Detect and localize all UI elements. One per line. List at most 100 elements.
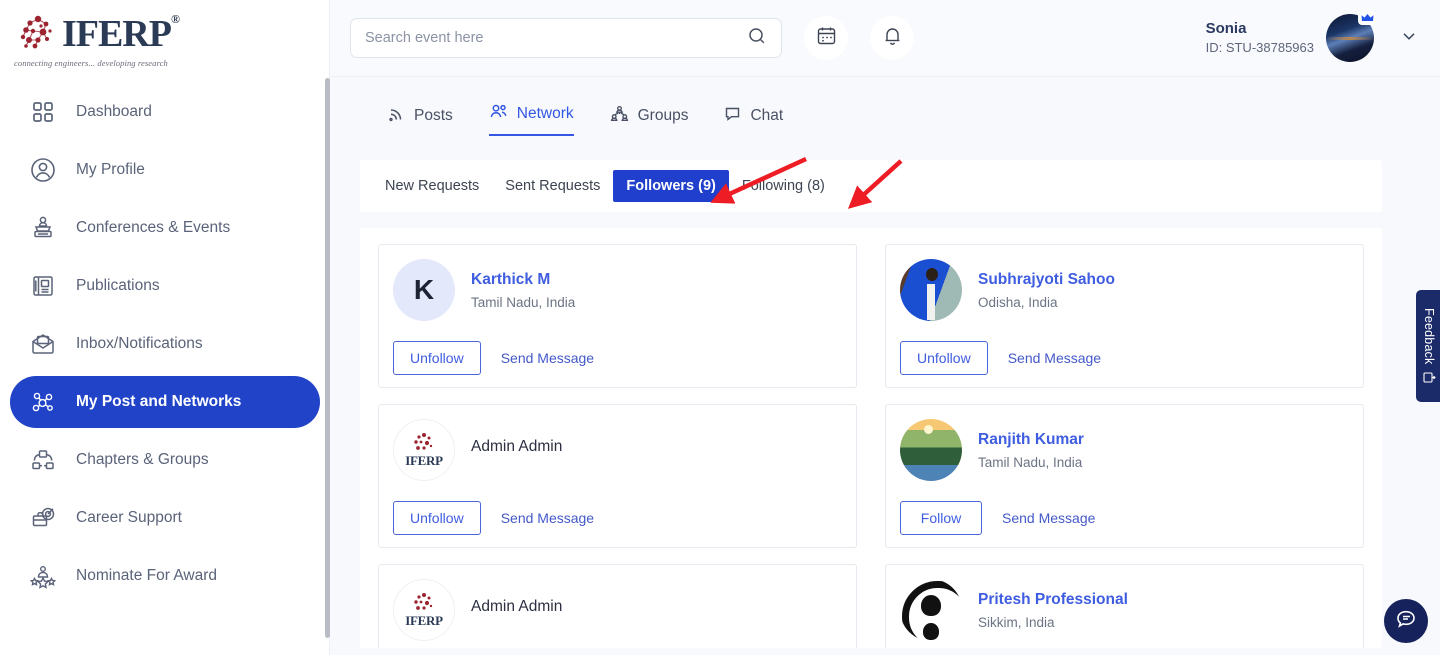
person-identity: Subhrajyoti Sahoo Odisha, India: [978, 271, 1115, 310]
brand-logo[interactable]: IFERP® connecting engineers... developin…: [0, 0, 330, 68]
feedback-tab[interactable]: Feedback: [1416, 290, 1440, 402]
award-stars-icon: [28, 561, 58, 591]
sidebar-item-label: Nominate For Award: [76, 567, 217, 585]
person-name[interactable]: Karthick M: [471, 271, 575, 289]
person-avatar-photo[interactable]: [900, 419, 962, 481]
sidebar-item-label: Inbox/Notifications: [76, 335, 203, 353]
chapters-icon: [28, 445, 58, 475]
unfollow-button[interactable]: Unfollow: [393, 501, 481, 535]
registered-mark: ®: [171, 12, 179, 26]
tab-network[interactable]: Network: [489, 103, 574, 136]
unfollow-button[interactable]: Unfollow: [393, 341, 481, 375]
envelope-icon: [28, 329, 58, 359]
person-avatar-iferp-logo[interactable]: IFERP: [393, 579, 455, 641]
network-tabs: Posts Network: [360, 103, 1382, 136]
person-card: IFERP Admin Admin Unfollow Send Message: [378, 404, 857, 548]
send-message-button[interactable]: Send Message: [1002, 350, 1101, 366]
person-avatar-iferp-logo[interactable]: IFERP: [393, 419, 455, 481]
sidebar-item-label: Chapters & Groups: [76, 451, 209, 469]
feedback-form-icon: [1422, 371, 1436, 384]
chat-support-button[interactable]: [1384, 599, 1428, 643]
person-avatar-photo[interactable]: [900, 579, 962, 641]
tab-chat[interactable]: Chat: [724, 105, 783, 136]
avatar[interactable]: [1326, 14, 1374, 62]
user-name: Sonia: [1206, 19, 1314, 39]
user-menu[interactable]: Sonia ID: STU-38785963: [1206, 14, 1418, 62]
calendar-button[interactable]: [804, 16, 848, 60]
app-root: IFERP® connecting engineers... developin…: [0, 0, 1440, 655]
sidebar-item-my-post-and-networks[interactable]: My Post and Networks: [10, 376, 320, 428]
newspaper-icon: [28, 271, 58, 301]
person-avatar-initial[interactable]: K: [393, 259, 455, 321]
person-actions: Unfollow Send Message: [393, 341, 840, 375]
person-header: IFERP Admin Admin: [393, 419, 840, 481]
rss-icon: [388, 105, 405, 127]
person-name[interactable]: Ranjith Kumar: [978, 431, 1084, 449]
follow-button[interactable]: Follow: [900, 501, 982, 535]
notifications-button[interactable]: [870, 16, 914, 60]
tab-label: Chat: [750, 107, 783, 125]
sidebar-item-label: Career Support: [76, 509, 182, 527]
user-id: ID: STU-38785963: [1206, 39, 1314, 57]
sidebar-item-chapters-groups[interactable]: Chapters & Groups: [10, 434, 320, 486]
person-name[interactable]: Subhrajyoti Sahoo: [978, 271, 1115, 289]
subtab-new-requests[interactable]: New Requests: [372, 170, 492, 202]
chevron-down-icon[interactable]: [1400, 27, 1418, 50]
search-icon[interactable]: [747, 26, 767, 51]
person-avatar-photo[interactable]: [900, 259, 962, 321]
content-area: Posts Network: [330, 77, 1440, 655]
send-message-button[interactable]: Send Message: [495, 350, 594, 366]
network-icon: [28, 387, 58, 417]
unfollow-button[interactable]: Unfollow: [900, 341, 988, 375]
person-name: Admin Admin: [471, 438, 562, 456]
iferp-wordmark: IFERP: [405, 613, 443, 629]
subtab-following[interactable]: Following (8): [729, 170, 838, 202]
brand-tagline: connecting engineers... developing resea…: [14, 58, 330, 68]
sidebar: IFERP® connecting engineers... developin…: [0, 0, 330, 655]
person-card: Subhrajyoti Sahoo Odisha, India Unfollow…: [885, 244, 1364, 388]
sidebar-item-label: My Post and Networks: [76, 393, 241, 411]
person-name: Admin Admin: [471, 598, 562, 616]
person-actions: Follow Send Message: [900, 501, 1347, 535]
grid-icon: [28, 97, 58, 127]
person-location: Sikkim, India: [978, 615, 1128, 630]
chat-bubble-icon: [724, 105, 741, 127]
person-actions: Unfollow Send Message: [393, 501, 840, 535]
sidebar-item-nominate-for-award[interactable]: Nominate For Award: [10, 550, 320, 602]
sidebar-item-publications[interactable]: Publications: [10, 260, 320, 312]
iferp-molecule-icon: [14, 10, 60, 56]
tab-posts[interactable]: Posts: [388, 105, 453, 136]
topbar: Sonia ID: STU-38785963: [330, 0, 1440, 77]
person-location: Tamil Nadu, India: [978, 455, 1084, 470]
network-subtabs: New Requests Sent Requests Followers (9)…: [360, 160, 1382, 212]
person-card: IFERP Admin Admin Unfollow Send Message: [378, 564, 857, 648]
sidebar-item-conferences-events[interactable]: Conferences & Events: [10, 202, 320, 254]
brand-name: IFERP®: [62, 16, 179, 52]
tab-groups[interactable]: Groups: [610, 105, 689, 136]
sidebar-nav: Dashboard My Profile Confer: [0, 86, 330, 602]
avatar-initial: K: [414, 274, 434, 306]
iferp-wordmark: IFERP: [405, 453, 443, 469]
search-bar[interactable]: [350, 18, 782, 58]
iferp-molecule-icon: [411, 591, 437, 613]
send-message-button[interactable]: Send Message: [495, 510, 594, 526]
person-card: Ranjith Kumar Tamil Nadu, India Follow S…: [885, 404, 1364, 548]
sidebar-item-career-support[interactable]: Career Support: [10, 492, 320, 544]
person-name[interactable]: Pritesh Professional: [978, 591, 1128, 609]
send-message-button[interactable]: Send Message: [996, 510, 1095, 526]
sidebar-item-my-profile[interactable]: My Profile: [10, 144, 320, 196]
subtab-sent-requests[interactable]: Sent Requests: [492, 170, 613, 202]
person-header: Subhrajyoti Sahoo Odisha, India: [900, 259, 1347, 321]
person-header: Ranjith Kumar Tamil Nadu, India: [900, 419, 1347, 481]
person-card: K Karthick M Tamil Nadu, India Unfollow …: [378, 244, 857, 388]
podium-icon: [28, 213, 58, 243]
person-identity: Admin Admin: [471, 438, 562, 462]
sidebar-item-label: Publications: [76, 277, 160, 295]
search-input[interactable]: [365, 30, 747, 46]
calendar-icon: [816, 25, 837, 51]
person-identity: Karthick M Tamil Nadu, India: [471, 271, 575, 310]
subtab-followers[interactable]: Followers (9): [613, 170, 728, 202]
sidebar-item-dashboard[interactable]: Dashboard: [10, 86, 320, 138]
user-info: Sonia ID: STU-38785963: [1206, 19, 1314, 57]
sidebar-item-inbox-notifications[interactable]: Inbox/Notifications: [10, 318, 320, 370]
